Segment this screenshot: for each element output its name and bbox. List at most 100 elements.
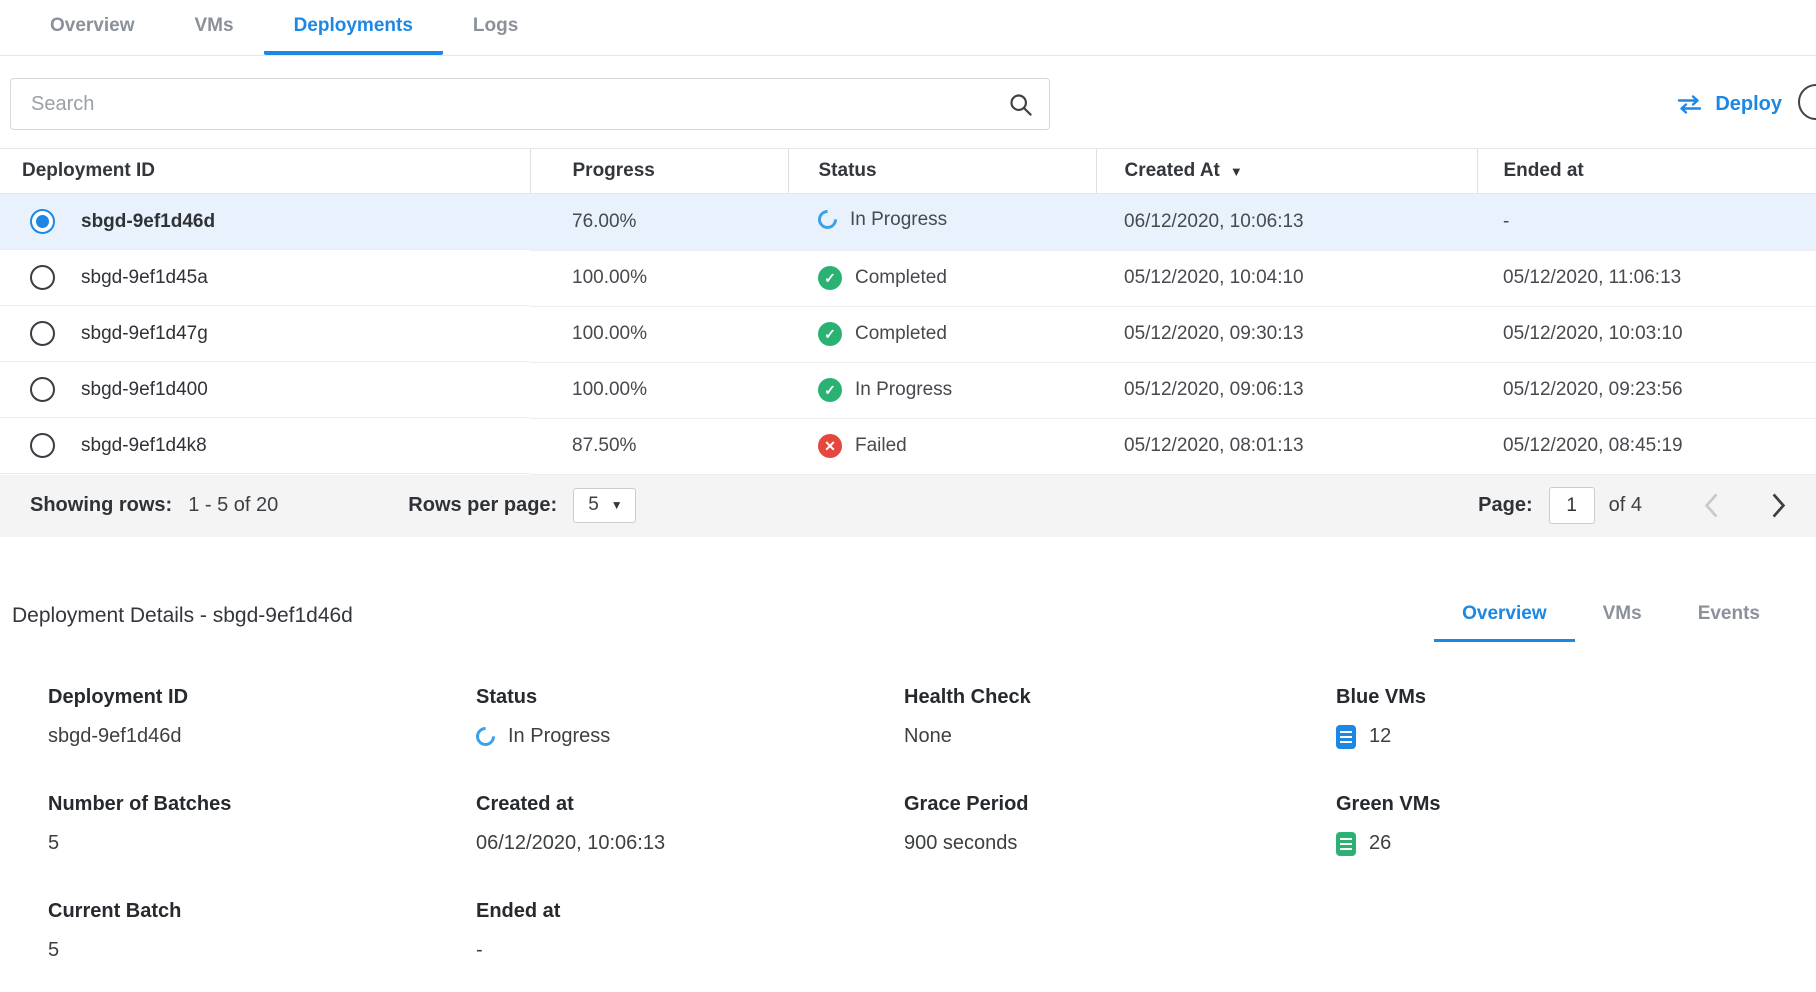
deploy-label: Deploy (1715, 93, 1782, 116)
detail-field-value: In Progress (476, 725, 904, 749)
detail-field-text: 900 seconds (904, 832, 1017, 855)
table-row[interactable]: sbgd-9ef1d46d76.00%In Progress06/12/2020… (0, 194, 1816, 251)
status-label: In Progress (855, 379, 952, 401)
col-status: Status (819, 160, 877, 181)
details-title: Deployment Details - sbgd-9ef1d46d (12, 604, 353, 642)
chevron-down-icon: ▼ (611, 498, 623, 512)
detail-field-current-batch: Current Batch5 (48, 900, 476, 963)
search-box (10, 78, 1050, 130)
detail-field-text: In Progress (508, 725, 610, 748)
deployments-page: OverviewVMsDeploymentsLogs Deploy (0, 0, 1816, 992)
detail-field-blue-vms: Blue VMs 12 (1336, 686, 1788, 749)
status-cell: ✓ Completed (818, 322, 947, 346)
ended-at-cell: 05/12/2020, 09:23:56 (1477, 362, 1816, 418)
rows-per-page-value: 5 (588, 494, 599, 516)
detail-field-label: Green VMs (1336, 793, 1788, 816)
created-at-cell: 05/12/2020, 08:01:13 (1096, 418, 1477, 474)
detail-field-label: Blue VMs (1336, 686, 1788, 709)
col-deployment-id: Deployment ID (22, 160, 155, 181)
detail-field-value: 900 seconds (904, 832, 1336, 856)
detail-field-status: StatusIn Progress (476, 686, 904, 749)
detail-field-value: None (904, 725, 1336, 749)
in-progress-icon (472, 723, 499, 750)
deploy-button[interactable]: Deploy (1670, 92, 1788, 117)
details-tabs: OverviewVMsEvents (1434, 603, 1788, 642)
table-row[interactable]: sbgd-9ef1d45a100.00%✓Completed05/12/2020… (0, 250, 1816, 306)
table-row[interactable]: sbgd-9ef1d47g100.00%✓Completed05/12/2020… (0, 306, 1816, 362)
row-radio[interactable] (30, 209, 55, 234)
detail-field-value: 06/12/2020, 10:06:13 (476, 832, 904, 856)
completed-icon: ✓ (818, 378, 842, 402)
row-radio[interactable] (30, 265, 55, 290)
showing-rows-label: Showing rows: (30, 494, 172, 517)
progress-cell: 100.00% (530, 362, 788, 418)
in-progress-icon (814, 206, 841, 233)
page-total: of 4 (1609, 494, 1642, 517)
row-radio[interactable] (30, 377, 55, 402)
row-radio[interactable] (30, 321, 55, 346)
tab-deployments[interactable]: Deployments (264, 0, 443, 55)
rows-per-page-select[interactable]: 5 ▼ (573, 488, 635, 523)
main-tabs: OverviewVMsDeploymentsLogs (0, 0, 1816, 56)
detail-field-text: None (904, 725, 952, 748)
status-cell: ✓ Completed (818, 266, 947, 290)
created-at-cell: 05/12/2020, 09:06:13 (1096, 362, 1477, 418)
deployments-table: Deployment ID Progress Status Created At… (0, 148, 1816, 475)
deployment-id: sbgd-9ef1d47g (81, 323, 208, 345)
tab-vms[interactable]: VMs (165, 0, 264, 55)
search-icon[interactable] (1007, 91, 1034, 123)
completed-icon: ✓ (818, 322, 842, 346)
page-label: Page: (1478, 494, 1532, 517)
status-label: Failed (855, 435, 907, 457)
ended-at-cell: - (1477, 194, 1816, 251)
pager: Page: of 4 (1478, 487, 1786, 524)
detail-field-label: Created at (476, 793, 904, 816)
status-cell: In Progress (818, 209, 947, 231)
deployment-id: sbgd-9ef1d400 (81, 379, 208, 401)
detail-field-value: sbgd-9ef1d46d (48, 725, 476, 749)
detail-field-label: Current Batch (48, 900, 476, 923)
details-tab-events[interactable]: Events (1670, 603, 1788, 642)
detail-field-text: 26 (1369, 832, 1391, 855)
status-label: Completed (855, 267, 947, 289)
progress-cell: 100.00% (530, 306, 788, 362)
toolbar: Deploy (0, 56, 1816, 148)
showing-rows-value: 1 - 5 of 20 (188, 494, 278, 517)
tab-overview[interactable]: Overview (20, 0, 165, 55)
page-input[interactable] (1549, 487, 1595, 524)
deploy-arrows-icon (1676, 94, 1703, 115)
detail-field-label: Ended at (476, 900, 904, 923)
refresh-icon[interactable] (1798, 84, 1816, 120)
next-page-button[interactable] (1771, 492, 1786, 519)
status-label: In Progress (850, 209, 947, 231)
detail-field-created-at: Created at 06/12/2020, 10:06:13 (476, 793, 904, 856)
status-label: Completed (855, 323, 947, 345)
failed-icon: ✕ (818, 434, 842, 458)
toolbar-actions: Deploy (1670, 92, 1788, 117)
details-tab-vms[interactable]: VMs (1575, 603, 1670, 642)
details-header: Deployment Details - sbgd-9ef1d46d Overv… (12, 603, 1788, 642)
detail-field-label: Grace Period (904, 793, 1336, 816)
sort-desc-icon[interactable]: ▼ (1230, 164, 1243, 179)
detail-field-health-check: Health CheckNone (904, 686, 1336, 749)
blue-vm-icon (1336, 725, 1356, 749)
detail-field-value: - (476, 939, 904, 963)
tab-logs[interactable]: Logs (443, 0, 548, 55)
deployment-details: Deployment Details - sbgd-9ef1d46d Overv… (0, 537, 1816, 963)
prev-page-button[interactable] (1704, 492, 1719, 519)
completed-icon: ✓ (818, 266, 842, 290)
detail-field-ended-at: Ended at - (476, 900, 904, 963)
green-vm-icon (1336, 832, 1356, 856)
detail-field-text: - (476, 939, 483, 962)
details-tab-overview[interactable]: Overview (1434, 603, 1575, 642)
row-radio[interactable] (30, 433, 55, 458)
detail-field-text: 12 (1369, 725, 1391, 748)
status-cell: ✓ In Progress (818, 378, 952, 402)
detail-field-number-of-batches: Number of Batches5 (48, 793, 476, 856)
table-footer: Showing rows: 1 - 5 of 20 Rows per page:… (0, 475, 1816, 537)
table-row[interactable]: sbgd-9ef1d4k887.50%✕Failed05/12/2020, 08… (0, 418, 1816, 474)
search-input[interactable] (10, 78, 1050, 130)
table-row[interactable]: sbgd-9ef1d400 100.00% ✓ In Progress 05/12/20… (0, 362, 1816, 418)
rows-per-page-label: Rows per page: (408, 494, 557, 517)
deployment-id: sbgd-9ef1d45a (81, 267, 208, 289)
